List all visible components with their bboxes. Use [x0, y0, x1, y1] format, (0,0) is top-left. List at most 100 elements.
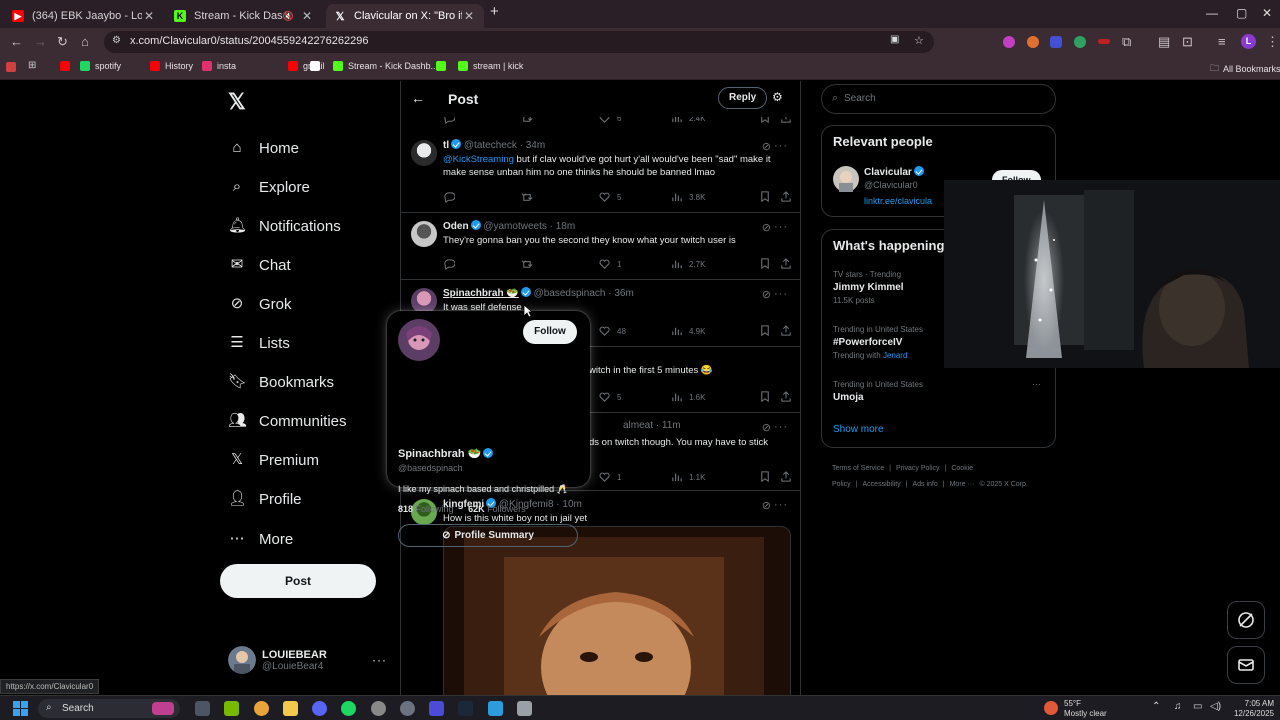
author-name[interactable]: Oden — [443, 221, 469, 232]
grok-button[interactable] — [1227, 601, 1265, 639]
microphone-icon[interactable]: ♫ — [1174, 701, 1182, 712]
bookmark-action[interactable] — [759, 471, 777, 483]
close-icon[interactable]: ✕ — [300, 9, 314, 23]
mention-link[interactable]: @KickStreaming — [443, 154, 514, 165]
tweet-media[interactable] — [443, 526, 791, 695]
extension-icon[interactable] — [1074, 36, 1086, 48]
tweet-time[interactable]: 34m — [526, 140, 545, 151]
sidebar-item-profile[interactable]: 👤︎ Profile — [228, 490, 302, 508]
grid-icon[interactable]: ⊞ — [28, 60, 36, 71]
all-bookmarks[interactable]: 🗀 All Bookmarks — [1210, 61, 1280, 77]
app-icon[interactable] — [517, 701, 532, 716]
messages-button[interactable] — [1227, 646, 1265, 684]
apps-icon[interactable] — [6, 62, 16, 72]
bookmark-action[interactable] — [759, 191, 777, 203]
sidebar-item-premium[interactable]: 𝕏 Premium — [228, 451, 319, 469]
more-options-icon[interactable]: ··· — [774, 288, 788, 300]
avatar[interactable] — [833, 166, 859, 192]
trend-item[interactable]: Trending in United States Umoja — [833, 380, 1043, 403]
discord-icon[interactable] — [312, 701, 327, 716]
views-action[interactable]: 1.1K — [671, 471, 705, 483]
task-view-icon[interactable] — [195, 701, 210, 716]
back-arrow-icon[interactable]: ← — [10, 34, 23, 49]
volume-icon[interactable]: ◁) — [1210, 701, 1221, 712]
more-options-icon[interactable]: ··· — [774, 421, 788, 433]
heart-action[interactable]: 1 — [599, 258, 621, 270]
views-action[interactable]: 1.6K — [671, 391, 705, 403]
profile-avatar[interactable]: L — [1241, 34, 1256, 49]
avatar[interactable] — [411, 140, 437, 166]
media-icon[interactable]: ≡ — [1218, 34, 1226, 49]
close-icon[interactable]: ✕ — [142, 9, 156, 23]
close-icon[interactable]: ✕ — [462, 9, 476, 23]
repost-action[interactable] — [521, 258, 539, 270]
more-options-icon[interactable]: ··· — [774, 140, 788, 152]
sidebar-item-communities[interactable]: 👥︎ Communities — [228, 412, 347, 430]
trend-related-link[interactable]: Jenard — [883, 351, 907, 360]
followers-count[interactable]: 62K — [468, 504, 485, 514]
app-icon[interactable] — [371, 701, 386, 716]
heart-action[interactable]: 5 — [599, 391, 621, 403]
bookmark-item[interactable]: Stream - Kick Dashb... — [333, 61, 438, 71]
hover-display-name[interactable]: Spinachbrah 🥗 — [398, 447, 494, 460]
chrome-icon[interactable] — [254, 701, 269, 716]
views-action[interactable]: 3.8K — [671, 191, 705, 203]
bookmark-star-icon[interactable]: ☆ — [914, 34, 924, 47]
account-menu-icon[interactable]: ··· — [372, 653, 387, 667]
views-action[interactable]: 2.7K — [671, 258, 705, 270]
author-handle[interactable]: @tatecheck — [464, 140, 517, 151]
share-action[interactable] — [780, 258, 798, 270]
relevant-person-bio-link[interactable]: linktr.ee/clavicula — [864, 196, 932, 206]
forward-arrow-icon[interactable]: → — [34, 34, 47, 49]
heart-action[interactable]: 1 — [599, 471, 621, 483]
grok-icon[interactable]: ⊘ — [762, 288, 772, 301]
extensions-puzzle-icon[interactable]: ⧉ — [1122, 34, 1131, 50]
grok-icon[interactable]: ⊘ — [762, 221, 772, 234]
cast-icon[interactable]: ▣ — [890, 34, 899, 45]
new-tab-button[interactable]: + — [490, 3, 499, 20]
x-logo-icon[interactable]: 𝕏 — [228, 89, 246, 115]
share-action[interactable] — [780, 391, 798, 403]
following-count[interactable]: 818 — [398, 504, 413, 514]
sidebar-item-chat[interactable]: ✉ Chat — [228, 256, 291, 274]
file-explorer-icon[interactable] — [283, 701, 298, 716]
tweet-author[interactable]: Oden @yamotweets · 18m — [443, 220, 575, 232]
bookmark-item[interactable]: spotify — [80, 61, 121, 71]
profile-summary-button[interactable]: ⊘ Profile Summary — [398, 524, 578, 547]
footer-link[interactable]: Terms of Service — [832, 465, 884, 472]
extension-icon[interactable] — [1003, 36, 1015, 48]
bookmark-item[interactable]: insta — [202, 61, 236, 71]
close-window-button[interactable]: ✕ — [1262, 6, 1272, 20]
author-name[interactable]: Spinachbrah 🥗 — [443, 288, 519, 299]
muted-icon[interactable]: 🔇 — [283, 11, 294, 22]
hover-avatar[interactable] — [398, 319, 440, 361]
address-bar[interactable]: ⚙ x.com/Clavicular0/status/2004559242276… — [104, 31, 934, 53]
tab-x-post[interactable]: 𝕏 Clavicular on X: "Bro if @KickSt ✕ — [326, 4, 484, 28]
windows-start-icon[interactable] — [13, 701, 28, 716]
back-arrow-icon[interactable]: ← — [411, 90, 425, 106]
grok-icon[interactable]: ⊘ — [762, 140, 772, 153]
footer-link[interactable]: More ··· — [950, 481, 975, 488]
sidebar-item-bookmarks[interactable]: 🔖︎ Bookmarks — [228, 373, 334, 391]
screenshot-icon[interactable]: ⊡ — [1182, 34, 1193, 50]
filter-sliders-icon[interactable]: ⚙ — [772, 90, 783, 104]
bookmark-item[interactable]: History — [150, 61, 193, 71]
steam-icon[interactable] — [458, 701, 473, 716]
author-name[interactable]: tl — [443, 140, 449, 151]
extension-icon[interactable] — [1098, 39, 1110, 44]
bookmark-item[interactable] — [60, 61, 75, 71]
trend-more-icon[interactable]: ··· — [1032, 379, 1041, 389]
author-handle[interactable]: almeat — [623, 420, 653, 431]
tweet-time[interactable]: 36m — [614, 288, 633, 299]
footer-link[interactable]: Accessibility — [863, 481, 901, 488]
bookmark-item[interactable] — [310, 61, 325, 71]
menu-dots-icon[interactable]: ⋮ — [1266, 34, 1279, 50]
more-options-icon[interactable]: ··· — [774, 499, 788, 511]
minimize-button[interactable]: — — [1206, 6, 1218, 20]
bookmark-item[interactable] — [436, 61, 451, 71]
network-icon[interactable]: ▭ — [1193, 701, 1202, 712]
settings-icon[interactable] — [400, 701, 415, 716]
tweet-author[interactable]: almeat · 11m — [623, 420, 681, 431]
spotify-icon[interactable] — [341, 701, 356, 716]
sidebar-item-more[interactable]: ⋯ More — [228, 530, 294, 548]
